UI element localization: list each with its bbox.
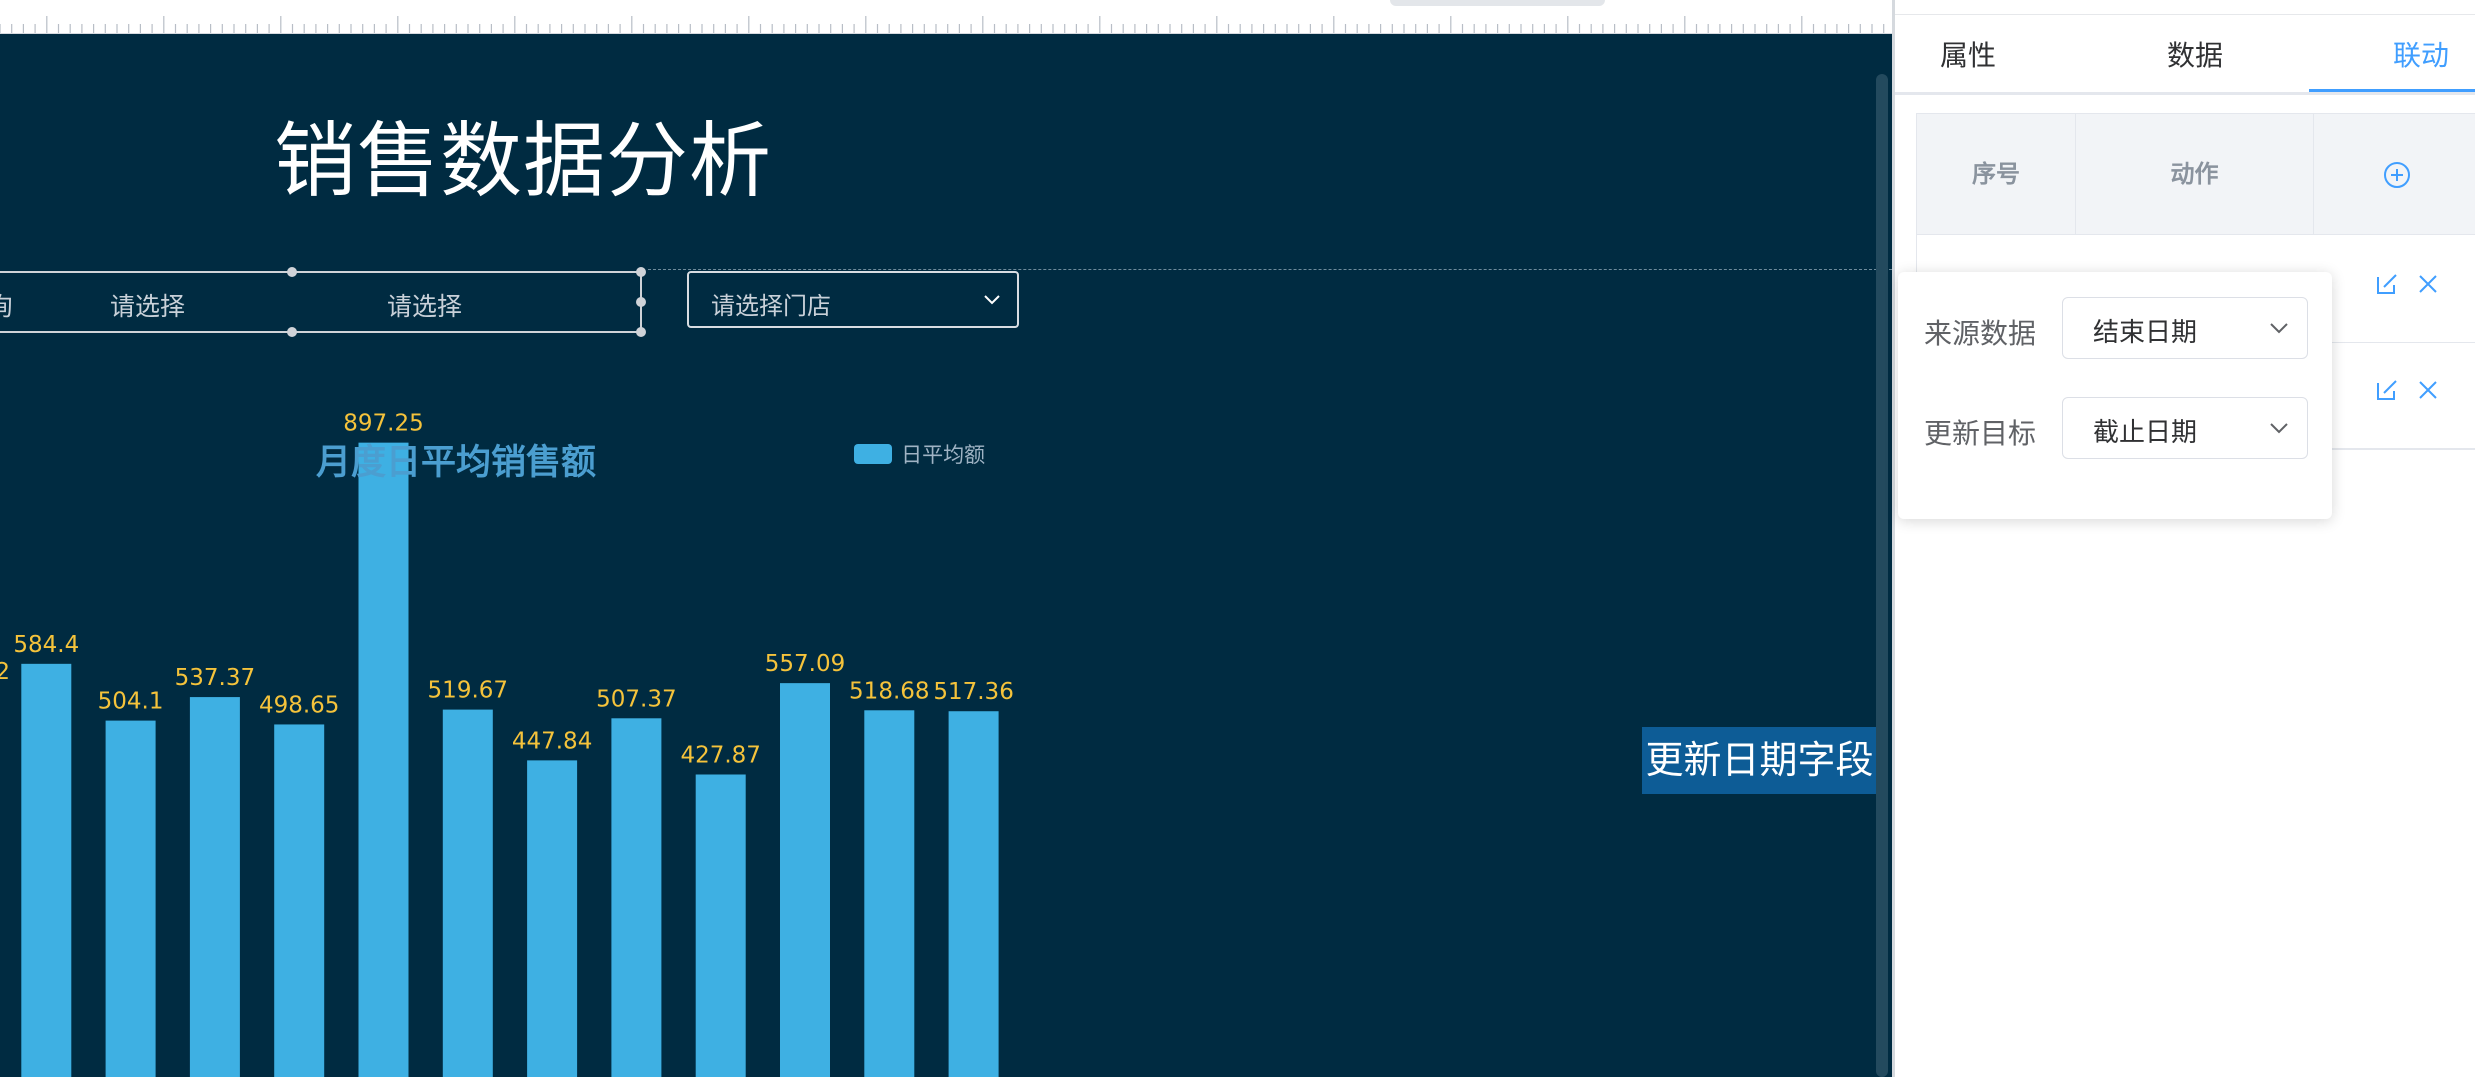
chart-bar[interactable] [611, 718, 662, 1077]
resize-handle-bottom-right[interactable] [636, 327, 646, 337]
tab-linkage[interactable]: 联动 [2393, 34, 2449, 74]
update-date-field-label[interactable]: 更新日期字段 [1642, 727, 1877, 794]
data-label: 537.37 [175, 665, 255, 691]
plus-circle-icon[interactable] [2383, 161, 2411, 189]
chart-bar[interactable] [274, 724, 325, 1077]
data-label: 584.4 [13, 632, 79, 658]
legend-label: 日平均额 [901, 443, 986, 467]
row-actions [2362, 377, 2439, 407]
chart-bar[interactable] [527, 760, 578, 1077]
chevron-down-icon [2269, 320, 2289, 339]
chart-bar[interactable] [189, 697, 240, 1077]
start-date-input[interactable]: 请选择 [110, 287, 185, 323]
close-icon[interactable] [2417, 379, 2439, 405]
store-select-placeholder: 请选择门店 [711, 292, 831, 320]
data-label: 517.36 [933, 679, 1013, 705]
chart-bar[interactable] [358, 442, 409, 1077]
store-select[interactable]: 请选择门店 [687, 271, 1019, 328]
chart-bar[interactable] [442, 709, 493, 1077]
chart-bar[interactable] [864, 710, 915, 1077]
chevron-down-icon [983, 291, 1001, 310]
resize-handle-bottom[interactable] [287, 327, 297, 337]
data-label: 897.25 [343, 411, 423, 437]
date-range-picker[interactable]: 洵 请选择 请选择 [0, 267, 646, 337]
chart-bar[interactable] [105, 720, 156, 1077]
data-label: 498.65 [259, 692, 339, 718]
resize-handle-top-right[interactable] [636, 267, 646, 277]
update-target-select[interactable]: 截止日期 [2062, 397, 2308, 459]
source-data-value: 结束日期 [2093, 318, 2198, 348]
chart-bar[interactable] [948, 711, 999, 1077]
resize-handle-top[interactable] [287, 267, 297, 277]
data-label: 557.09 [765, 651, 845, 677]
tab-properties[interactable]: 属性 [1940, 34, 1996, 74]
data-label: 518.68 [849, 678, 929, 704]
data-label: 519.67 [428, 678, 508, 704]
chevron-down-icon [2269, 420, 2289, 439]
chart-bar[interactable] [695, 774, 746, 1077]
ruler-scroll-handle[interactable] [1390, 0, 1605, 6]
chart-legend[interactable]: 日平均额 [854, 439, 985, 469]
update-target-label: 更新目标 [1924, 417, 2037, 450]
column-header-index: 序号 [1917, 114, 2076, 234]
edit-icon[interactable] [2374, 271, 2400, 301]
panel-tabs: 属性 数据 联动 [1895, 14, 2475, 95]
source-data-label: 来源数据 [1924, 317, 2037, 350]
close-icon[interactable] [2417, 273, 2439, 299]
page-title[interactable]: 销售数据分析 [274, 94, 772, 213]
data-label: 447.84 [512, 728, 592, 754]
chart-bar[interactable] [780, 683, 830, 1077]
column-header-action: 动作 [2076, 114, 2314, 234]
canvas-scrollbar[interactable] [1876, 74, 1888, 1077]
add-linkage-cell [2314, 114, 2475, 234]
properties-panel: 属性 数据 联动 序号 动作 [1892, 0, 2475, 1077]
ruler-ticks [0, 16, 1885, 33]
tab-data[interactable]: 数据 [2167, 34, 2223, 74]
data-label: 507.37 [596, 686, 676, 712]
source-data-select[interactable]: 结束日期 [2062, 297, 2308, 359]
data-label: .2 [0, 659, 10, 685]
row-actions [2362, 271, 2439, 301]
linkage-edit-popover: 来源数据 结束日期 更新目标 截止日期 [1898, 272, 2332, 519]
legend-swatch [854, 444, 892, 464]
panel-top-bar [1895, 0, 2475, 15]
active-tab-indicator [2309, 89, 2475, 92]
edit-icon[interactable] [2374, 377, 2400, 407]
ruler [0, 0, 1892, 34]
alignment-guide-line [648, 269, 1892, 270]
data-label: 504.1 [98, 689, 164, 715]
chart-bar[interactable] [21, 663, 72, 1077]
resize-handle-right[interactable] [636, 297, 646, 307]
data-label: 427.87 [680, 742, 760, 768]
end-date-input[interactable]: 请选择 [387, 287, 462, 323]
design-canvas[interactable]: .2584.4 504.1 537.37498.65 897.25 519.67447.… [0, 34, 1892, 1077]
chart-title: 月度日平均销售额 [316, 443, 597, 483]
update-target-value: 截止日期 [2093, 418, 2198, 448]
date-range-prefix-text: 洵 [0, 292, 14, 321]
